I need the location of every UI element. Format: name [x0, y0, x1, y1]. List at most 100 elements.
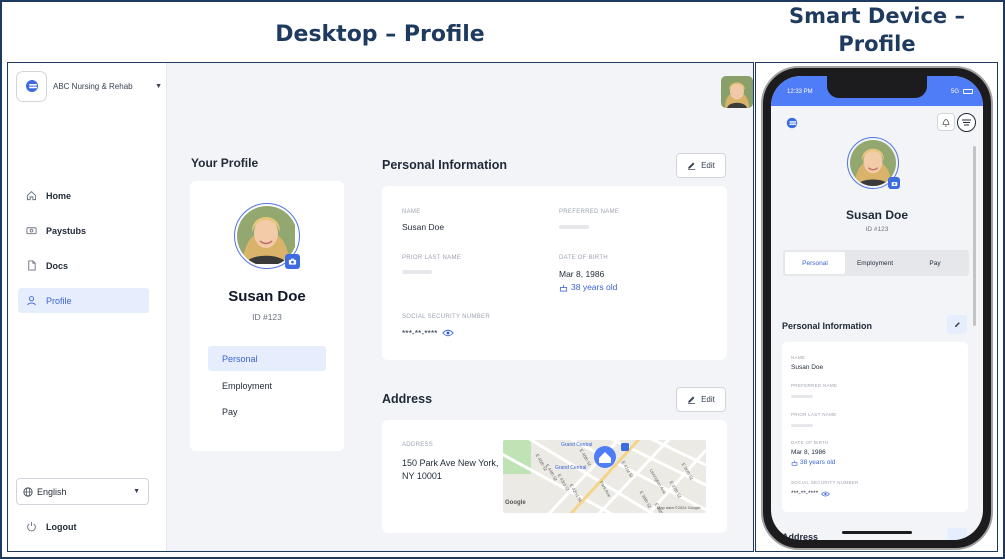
profile-id: ID #123: [252, 312, 282, 322]
tab-personal[interactable]: Personal: [208, 346, 326, 371]
address-line2: NY 10001: [402, 471, 442, 481]
mobile-name-value: Susan Doe: [791, 364, 824, 371]
mobile-tab-personal[interactable]: Personal: [785, 252, 845, 274]
address-card: ADDRESS 150 Park Ave New York, NY 10001: [382, 420, 727, 533]
nav-item-docs[interactable]: Docs: [18, 253, 149, 278]
pencil-icon: [687, 396, 696, 404]
name-label: NAME: [402, 209, 421, 215]
map-google-logo: Google: [505, 500, 526, 506]
language-value: English: [37, 486, 67, 497]
battery-icon: [963, 89, 973, 94]
mobile-tab-pay[interactable]: Pay: [905, 252, 965, 274]
logout-label: Logout: [46, 521, 77, 532]
your-profile-heading: Your Profile: [191, 156, 259, 170]
desktop-mockup: ABC Nursing & Rehab ▼ Home Paystubs Docs…: [7, 62, 754, 552]
camera-icon[interactable]: [285, 254, 300, 269]
mobile-heading: Smart Device – Profile: [789, 4, 965, 56]
edit-label: Edit: [701, 395, 715, 404]
mobile-preferred-empty: [791, 395, 813, 398]
eye-icon[interactable]: [442, 329, 455, 337]
ssn-label: SOCIAL SECURITY NUMBER: [402, 314, 490, 320]
mobile-personal-card: NAME Susan Doe PREFERRED NAME PRIOR LAST…: [782, 342, 968, 512]
mobile-prior-empty: [791, 424, 813, 427]
paystub-icon: [26, 227, 37, 235]
nav-label-profile: Profile: [46, 295, 72, 306]
logout-button[interactable]: Logout: [26, 521, 77, 532]
tab-employment[interactable]: Employment: [208, 373, 326, 398]
chevron-down-icon: ▼: [155, 82, 162, 90]
eye-icon[interactable]: [821, 491, 830, 497]
cake-icon: [791, 460, 798, 466]
app-logo-icon: [785, 116, 799, 135]
mobile-preferred-label: PREFERRED NAME: [791, 383, 838, 388]
dob-value: Mar 8, 1986: [559, 269, 605, 279]
mobile-prior-label: PRIOR LAST NAME: [791, 412, 837, 417]
org-switcher[interactable]: ABC Nursing & Rehab ▼: [16, 70, 162, 102]
power-icon: [27, 521, 36, 532]
mobile-ssn-label: SOCIAL SECURITY NUMBER: [791, 480, 859, 485]
phone-notch: [827, 76, 927, 98]
mobile-tab-employment[interactable]: Employment: [845, 252, 905, 274]
preferred-name-label: PREFERRED NAME: [559, 209, 620, 215]
mobile-name-label: NAME: [791, 355, 806, 360]
status-time: 12:33 PM: [787, 89, 813, 95]
phone-screen: 12:33 PM 5G Susan Doe ID #123 Personal E…: [771, 76, 983, 540]
mobile-edit-personal-button[interactable]: [947, 315, 967, 334]
mobile-edit-address-button[interactable]: [947, 528, 967, 540]
mobile-dob-label: DATE OF BIRTH: [791, 440, 829, 445]
sidebar: ABC Nursing & Rehab ▼ Home Paystubs Docs…: [8, 63, 167, 551]
nav-item-home[interactable]: Home: [18, 183, 149, 208]
name-value: Susan Doe: [402, 222, 445, 232]
edit-personal-button[interactable]: Edit: [676, 153, 726, 178]
mobile-profile-id: ID #123: [865, 226, 889, 233]
mobile-personal-title: Personal Information: [782, 321, 873, 331]
profile-name: Susan Doe: [228, 288, 306, 305]
bell-icon[interactable]: [937, 113, 955, 131]
pencil-icon: [954, 322, 960, 327]
app-logo-icon: [16, 70, 47, 102]
mobile-age-text: 38 years old: [800, 459, 836, 466]
mobile-age-value: 38 years old: [791, 459, 835, 466]
ssn-value: ***-**-****: [402, 328, 438, 338]
camera-icon[interactable]: [888, 177, 900, 189]
tab-pay[interactable]: Pay: [208, 399, 326, 424]
profile-card: Susan Doe ID #123 Personal Employment Pa…: [190, 181, 344, 451]
menu-icon[interactable]: [957, 113, 976, 132]
nav-label-paystubs: Paystubs: [46, 225, 87, 236]
map-label-grand-central: Grand Central: [561, 442, 593, 448]
mobile-profile-name: Susan Doe: [845, 208, 908, 222]
mobile-ssn-value: ***-**-****: [791, 490, 819, 497]
chevron-down-icon: ▼: [133, 488, 140, 495]
mobile-address-title: Address: [782, 532, 819, 540]
map-label-grand-central-2: Grand Central: [555, 465, 587, 471]
age-text: 38 years old: [571, 282, 618, 292]
pencil-icon: [687, 162, 696, 170]
language-select[interactable]: English ▼: [16, 478, 149, 505]
nav-label-docs: Docs: [46, 260, 69, 271]
home-icon: [26, 191, 37, 201]
address-map[interactable]: Grand Central Grand Central Google Map d…: [503, 440, 706, 513]
prior-last-name-label: PRIOR LAST NAME: [402, 255, 462, 261]
address-line1: 150 Park Ave New York,: [402, 458, 499, 468]
mobile-dob-value: Mar 8, 1986: [791, 449, 826, 456]
org-name: ABC Nursing & Rehab: [53, 81, 133, 91]
personal-info-title: Personal Information: [382, 158, 508, 172]
preferred-name-empty: [559, 225, 589, 229]
prior-last-name-empty: [402, 270, 432, 274]
nav-item-paystubs[interactable]: Paystubs: [18, 218, 149, 243]
cake-icon: [559, 284, 568, 292]
edit-label: Edit: [701, 161, 715, 170]
desktop-heading: Desktop – Profile: [275, 22, 485, 47]
status-signal: 5G: [951, 89, 960, 95]
nav-label-home: Home: [46, 190, 72, 201]
globe-icon: [23, 486, 33, 497]
personal-info-card: NAME Susan Doe PREFERRED NAME PRIOR LAST…: [382, 186, 727, 360]
account-avatar[interactable]: [721, 76, 753, 108]
mobile-mockup: 12:33 PM 5G Susan Doe ID #123 Personal E…: [755, 62, 998, 552]
nav-item-profile[interactable]: Profile: [18, 288, 149, 313]
address-title: Address: [382, 392, 433, 406]
edit-address-button[interactable]: Edit: [676, 387, 726, 412]
scrollbar[interactable]: [973, 146, 976, 326]
mobile-ssn-row: ***-**-****: [791, 490, 830, 497]
dob-label: DATE OF BIRTH: [559, 255, 609, 261]
